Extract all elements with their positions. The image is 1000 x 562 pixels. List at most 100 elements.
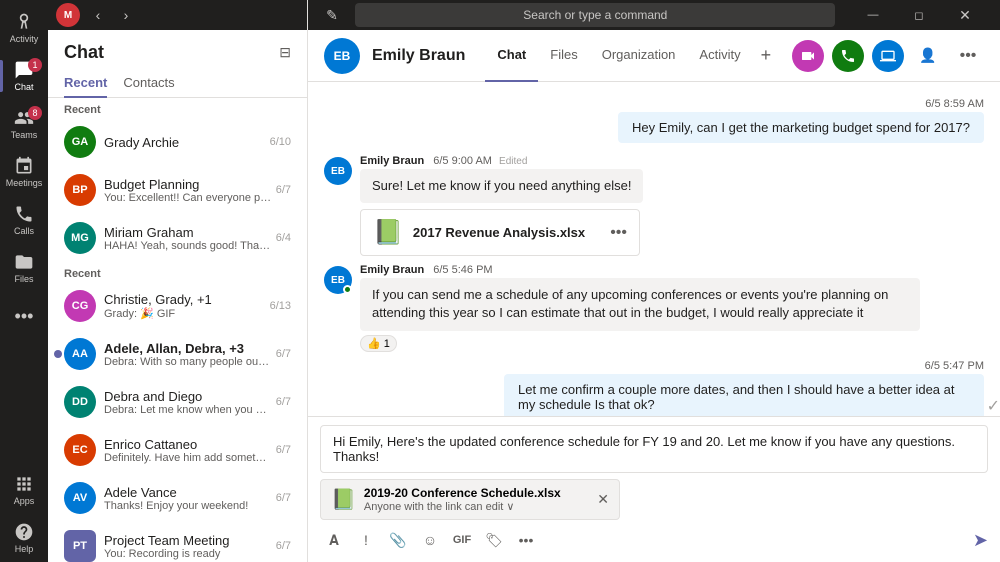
- tab-activity[interactable]: Activity: [687, 30, 752, 82]
- channel-avatar: EB: [324, 38, 360, 74]
- file-preview-sub[interactable]: Anyone with the link can edit ∨: [364, 500, 561, 513]
- avatar-1: GA: [64, 126, 96, 158]
- video-call-button[interactable]: [792, 40, 824, 72]
- chat-item-9[interactable]: PTProject Team MeetingYou: Recording is …: [48, 522, 307, 562]
- user-avatar[interactable]: M: [56, 3, 80, 27]
- file-preview-name: 2019-20 Conference Schedule.xlsx: [364, 486, 561, 500]
- sidebar-item-more[interactable]: •••: [0, 292, 48, 340]
- chat-item-7[interactable]: ECEnrico CattaneoDefinitely. Have him ad…: [48, 426, 307, 474]
- channel-header: EB Emily Braun Chat Files Organization A…: [308, 30, 1000, 82]
- more-options-button[interactable]: •••: [952, 40, 984, 72]
- message-4-content: 6/5 5:47 PM Let me confirm a couple more…: [504, 360, 984, 416]
- message-group-4: 6/5 5:47 PM Let me confirm a couple more…: [324, 360, 984, 416]
- add-tab-button[interactable]: +: [753, 30, 780, 82]
- sidebar-item-teams[interactable]: 8 Teams: [0, 100, 48, 148]
- chat-tabs: Recent Contacts: [48, 67, 307, 98]
- avatar-7: EC: [64, 434, 96, 466]
- chat-name-8: Adele Vance: [104, 485, 272, 500]
- file-attachment-1[interactable]: 📗 2017 Revenue Analysis.xlsx •••: [360, 209, 640, 256]
- emoji-button[interactable]: ☺: [416, 526, 444, 554]
- send-button[interactable]: ➤: [973, 530, 988, 551]
- remove-file-button[interactable]: ✕: [597, 491, 609, 508]
- message-group-1: 6/5 8:59 AM Hey Emily, can I get the mar…: [324, 98, 984, 143]
- recent-section-label-2: Recent: [48, 262, 307, 282]
- more-tools-button[interactable]: •••: [512, 526, 540, 554]
- sidebar-item-chat[interactable]: 1 Chat: [0, 52, 48, 100]
- forward-button[interactable]: ›: [114, 3, 138, 27]
- tab-organization[interactable]: Organization: [590, 30, 688, 82]
- phone-call-button[interactable]: [832, 40, 864, 72]
- chat-name-3: Miriam Graham: [104, 225, 272, 240]
- global-topbar: ✎ Search or type a command — ◻ ✕: [308, 0, 1000, 30]
- chat-name-4: Christie, Grady, +1: [104, 292, 266, 307]
- chat-preview-5: Debra: With so many people out of town t…: [104, 356, 272, 368]
- composer-text[interactable]: Hi Emily, Here's the updated conference …: [320, 425, 988, 473]
- sticker-button[interactable]: 🏷: [480, 526, 508, 554]
- chat-badge: 1: [28, 58, 42, 72]
- file-preview-icon: 📗: [331, 487, 356, 512]
- chat-item-4[interactable]: CG Christie, Grady, +1Grady: 🎉 GIF 6/13: [48, 282, 307, 330]
- message-4-time: 6/5 5:47 PM: [504, 360, 984, 372]
- avatar-9: PT: [64, 530, 96, 562]
- avatar-4: CG: [64, 290, 96, 322]
- screen-share-button[interactable]: [872, 40, 904, 72]
- tab-chat[interactable]: Chat: [485, 30, 538, 82]
- emily-avatar-2: EB: [324, 266, 352, 294]
- chat-name-9: Project Team Meeting: [104, 533, 272, 548]
- message-3-bubble: If you can send me a schedule of any upc…: [360, 278, 920, 330]
- channel-name: Emily Braun: [372, 47, 465, 65]
- chat-item-6[interactable]: DDDebra and DiegoDebra: Let me know when…: [48, 378, 307, 426]
- gif-button[interactable]: GIF: [448, 526, 476, 554]
- main-panel: ✎ Search or type a command — ◻ ✕ EB Emil…: [308, 0, 1000, 562]
- chat-time-4: 6/13: [270, 300, 291, 312]
- chat-info-5: Adele, Allan, Debra, +3Debra: With so ma…: [104, 341, 272, 368]
- chat-info-2: Budget PlanningYou: Excellent!! Can ever…: [104, 177, 272, 204]
- filter-icon[interactable]: ⊟: [279, 44, 291, 61]
- sidebar-item-files[interactable]: Files: [0, 244, 48, 292]
- search-placeholder: Search or type a command: [365, 8, 825, 22]
- reaction-1[interactable]: 👍 1: [360, 335, 397, 352]
- chat-info-1: Grady Archie: [104, 135, 266, 150]
- tab-contacts[interactable]: Contacts: [123, 67, 174, 98]
- chat-time-3: 6/4: [276, 232, 291, 244]
- avatar-5: AA: [64, 338, 96, 370]
- important-button[interactable]: !: [352, 526, 380, 554]
- chat-item-3[interactable]: MGMiriam GrahamHAHA! Yeah, sounds good! …: [48, 214, 307, 262]
- file-name-1: 2017 Revenue Analysis.xlsx: [413, 225, 585, 240]
- sidebar-item-help[interactable]: Help: [0, 514, 48, 562]
- attach-button[interactable]: 📎: [384, 526, 412, 554]
- participants-icon[interactable]: 👤: [912, 40, 944, 72]
- message-group-3: EB Emily Braun 6/5 5:46 PM If you can se…: [324, 264, 984, 351]
- back-button[interactable]: ‹: [86, 3, 110, 27]
- minimize-button[interactable]: —: [850, 0, 896, 30]
- chat-info-6: Debra and DiegoDebra: Let me know when y…: [104, 389, 272, 416]
- format-button[interactable]: 𝐀: [320, 526, 348, 554]
- chat-preview-3: HAHA! Yeah, sounds good! Thanks so much!: [104, 240, 272, 252]
- chat-item-1[interactable]: GA Grady Archie 6/10: [48, 118, 307, 166]
- message-3-content: Emily Braun 6/5 5:46 PM If you can send …: [360, 264, 920, 351]
- search-bar[interactable]: Search or type a command: [355, 3, 835, 27]
- message-2-meta: Emily Braun 6/5 9:00 AM Edited: [360, 155, 643, 167]
- recent-section-label: Recent: [48, 98, 307, 118]
- sidebar-item-calls[interactable]: Calls: [0, 196, 48, 244]
- close-button[interactable]: ✕: [942, 0, 988, 30]
- compose-icon[interactable]: ✎: [320, 3, 344, 27]
- chat-item-2[interactable]: BPBudget PlanningYou: Excellent!! Can ev…: [48, 166, 307, 214]
- tab-files[interactable]: Files: [538, 30, 589, 82]
- sidebar: Activity 1 Chat 8 Teams Meetings Calls F…: [0, 0, 48, 562]
- chat-time-1: 6/10: [270, 136, 291, 148]
- chat-name-5: Adele, Allan, Debra, +3: [104, 341, 272, 356]
- chat-name-7: Enrico Cattaneo: [104, 437, 272, 452]
- tab-recent[interactable]: Recent: [64, 67, 107, 98]
- file-more-button[interactable]: •••: [610, 224, 627, 242]
- chat-info-3: Miriam GrahamHAHA! Yeah, sounds good! Th…: [104, 225, 272, 252]
- sidebar-item-meetings[interactable]: Meetings: [0, 148, 48, 196]
- sidebar-item-apps[interactable]: Apps: [0, 466, 48, 514]
- chat-item-5[interactable]: AA Adele, Allan, Debra, +3Debra: With so …: [48, 330, 307, 378]
- sidebar-item-activity[interactable]: Activity: [0, 4, 48, 52]
- maximize-button[interactable]: ◻: [896, 0, 942, 30]
- composer-toolbar: 𝐀 ! 📎 ☺ GIF 🏷 ••• ➤: [320, 526, 988, 554]
- chat-item-8[interactable]: AVAdele VanceThanks! Enjoy your weekend!…: [48, 474, 307, 522]
- chat-preview-4: Grady: 🎉 GIF: [104, 307, 266, 320]
- chat-list-header: Chat ⊟: [48, 30, 307, 63]
